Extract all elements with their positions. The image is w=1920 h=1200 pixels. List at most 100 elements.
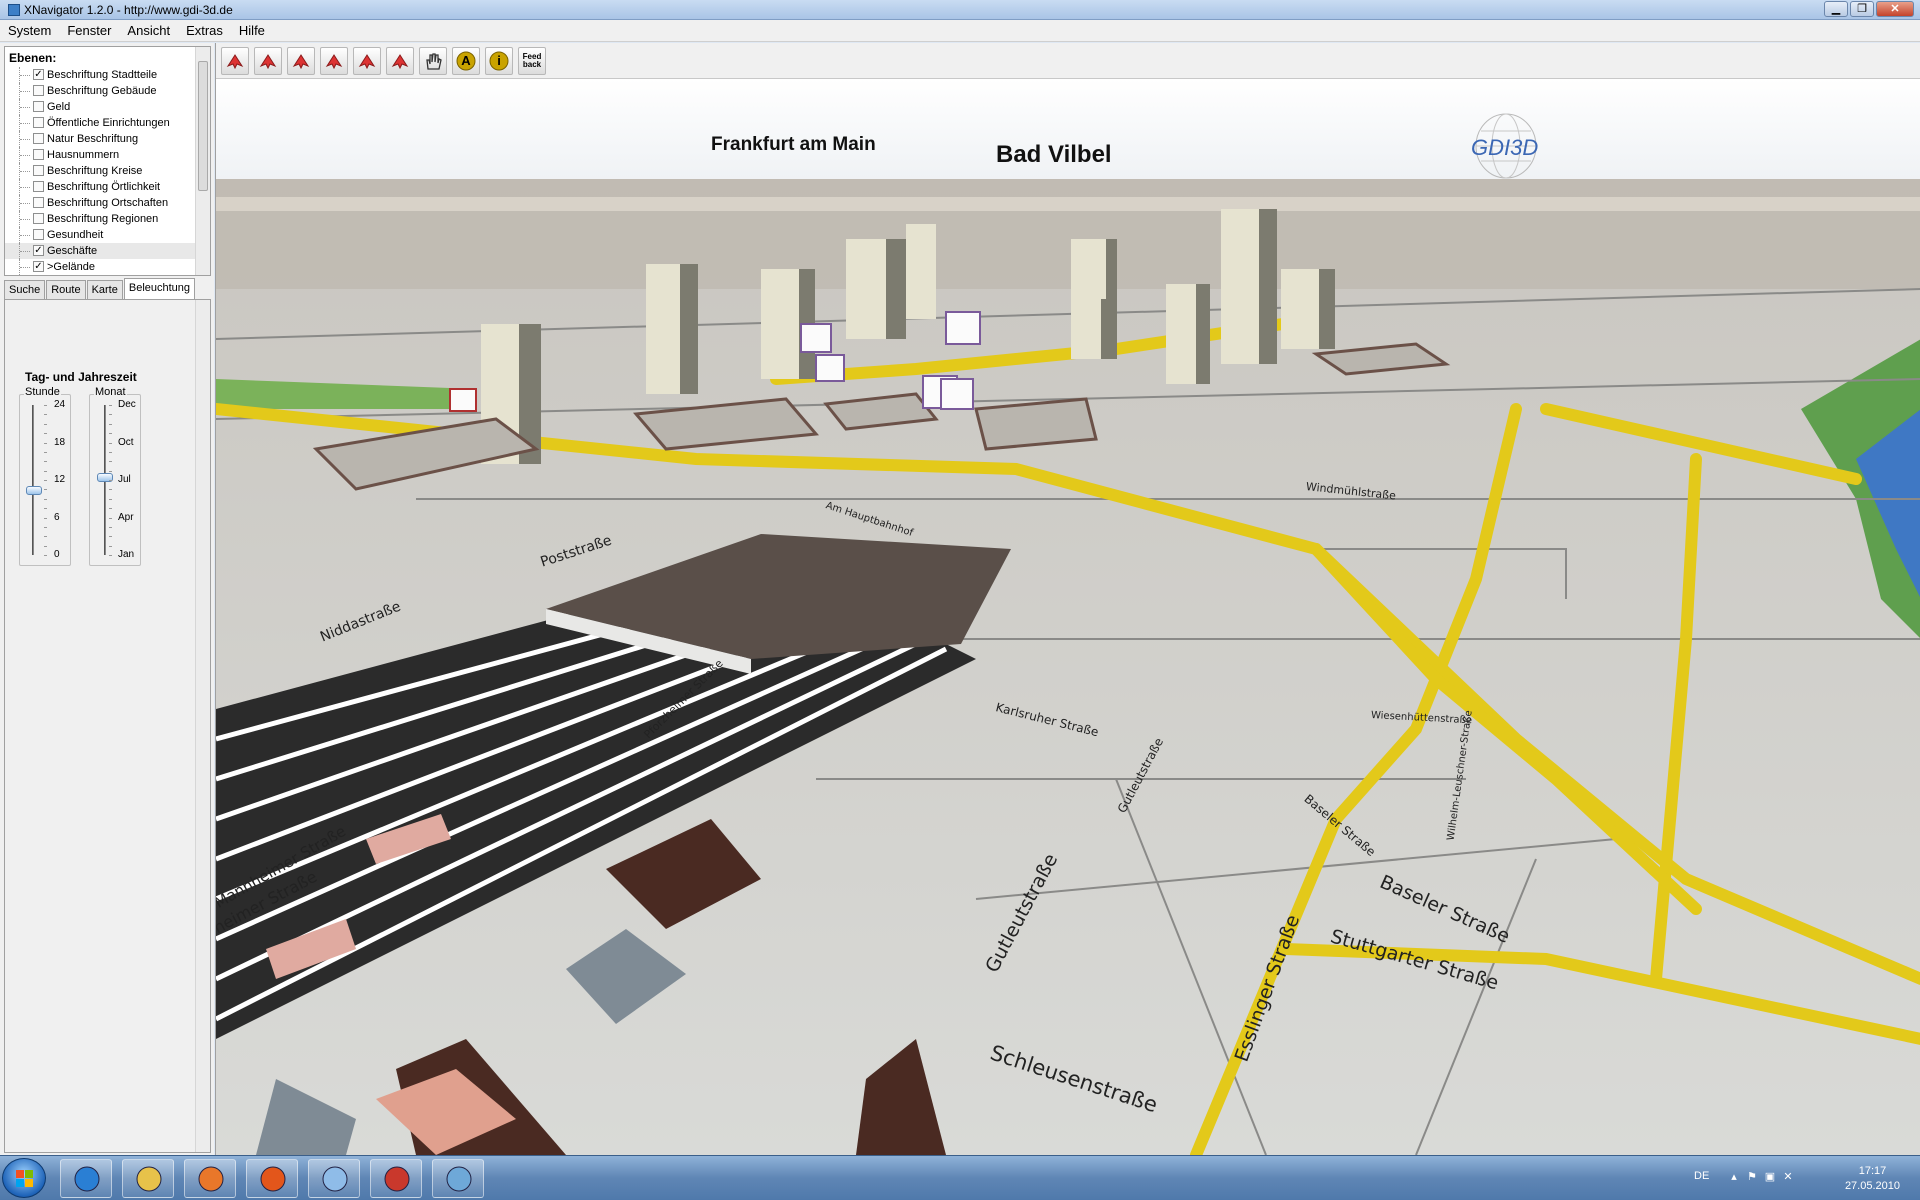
tab-route[interactable]: Route — [46, 280, 86, 299]
back-button[interactable] — [386, 47, 414, 75]
map-scene[interactable] — [216, 79, 1920, 1155]
hand-button[interactable] — [419, 47, 447, 75]
layer-checkbox[interactable] — [33, 85, 44, 96]
layer-item[interactable]: Beschriftung Regionen — [5, 211, 210, 227]
layer-checkbox[interactable]: ✓ — [33, 69, 44, 80]
taskbar-java-button[interactable] — [370, 1159, 422, 1198]
info-button[interactable]: i — [485, 47, 513, 75]
layer-checkbox[interactable] — [33, 197, 44, 208]
layer-item[interactable]: Geld — [5, 99, 210, 115]
slider-tick-label: 12 — [54, 474, 66, 485]
layer-item[interactable]: ✓ Beschriftung Stadtteile — [5, 67, 210, 83]
layer-checkbox[interactable]: ✓ — [33, 245, 44, 256]
slider-minor-tick — [44, 508, 47, 510]
slider-minor-tick — [44, 517, 47, 519]
layer-item[interactable]: Öffentliche Einrichtungen — [5, 115, 210, 131]
tree-connector — [19, 99, 31, 115]
feedback-button[interactable]: Feed back — [518, 47, 546, 75]
layer-checkbox[interactable] — [33, 229, 44, 240]
tab-suche[interactable]: Suche — [4, 280, 46, 299]
layer-item[interactable]: Beschriftung Ortschaften — [5, 195, 210, 211]
layer-item[interactable]: Natur Beschriftung — [5, 131, 210, 147]
layer-checkbox[interactable] — [33, 213, 44, 224]
lighting-scrollbar[interactable] — [195, 300, 210, 1152]
tree-connector — [19, 195, 31, 211]
pan-red-button[interactable] — [221, 47, 249, 75]
slider-minor-tick — [109, 451, 112, 453]
menu-extras[interactable]: Extras — [178, 20, 231, 41]
layer-label: Hausnummern — [47, 149, 120, 161]
slider-minor-tick — [109, 480, 112, 481]
clock[interactable]: 17:17 27.05.2010 — [1845, 1164, 1900, 1194]
layer-item[interactable]: Beschriftung Kreise — [5, 163, 210, 179]
taskbar-media-player-button[interactable] — [184, 1159, 236, 1198]
action-center-icon[interactable]: ⚑ — [1746, 1171, 1758, 1183]
language-indicator[interactable]: DE — [1694, 1170, 1709, 1182]
layer-item[interactable]: ✓ >Gelände — [5, 259, 210, 275]
taskbar-ie-button[interactable] — [60, 1159, 112, 1198]
slider-minor-tick — [109, 405, 112, 406]
slider-minor-tick — [44, 480, 47, 481]
layer-item[interactable]: Beschriftung Örtlichkeit — [5, 179, 210, 195]
slider-minor-tick — [44, 536, 47, 538]
layer-item[interactable]: ✓ Geschäfte — [5, 243, 210, 259]
refresh-button[interactable] — [353, 47, 381, 75]
tree-connector — [19, 227, 31, 243]
rotate-red-button[interactable] — [254, 47, 282, 75]
taskbar-notepad-button[interactable] — [432, 1159, 484, 1198]
annotation-button[interactable]: A — [452, 47, 480, 75]
close-button[interactable]: ✕ — [1876, 1, 1914, 17]
tree-connector — [19, 179, 31, 195]
layer-checkbox[interactable] — [33, 165, 44, 176]
hour-slider-track[interactable] — [32, 405, 34, 555]
layer-label: Beschriftung Stadtteile — [47, 69, 158, 81]
hour-slider-knob[interactable] — [26, 486, 42, 495]
taskbar-paint-button[interactable] — [308, 1159, 360, 1198]
taskbar: DE ▴ ⚑ ▣ ✕ 17:17 27.05.2010 — [0, 1155, 1920, 1200]
start-button[interactable] — [2, 1158, 46, 1198]
layer-checkbox[interactable] — [33, 133, 44, 144]
move-up-down-button[interactable] — [287, 47, 315, 75]
layer-item[interactable]: Gesundheit — [5, 227, 210, 243]
layer-checkbox[interactable] — [33, 181, 44, 192]
network-icon[interactable]: ▣ — [1764, 1171, 1776, 1183]
tree-connector — [19, 83, 31, 99]
slider-tick-label: Apr — [118, 511, 134, 523]
layer-item[interactable]: Beschriftung Gebäude — [5, 83, 210, 99]
tray-expand-icon[interactable]: ▴ — [1728, 1171, 1740, 1183]
slider-minor-tick — [44, 545, 47, 547]
refresh-icon — [358, 54, 376, 70]
tab-beleuchtung[interactable]: Beleuchtung — [123, 278, 196, 299]
slider-minor-tick — [109, 508, 112, 510]
tree-connector — [19, 115, 31, 131]
layers-scrollbar[interactable] — [195, 47, 210, 275]
layer-checkbox[interactable] — [33, 101, 44, 112]
map-3d-view[interactable]: Frankfurt am Main Bad Vilbel GDI3D Basel… — [216, 79, 1920, 1155]
volume-icon[interactable]: ✕ — [1782, 1171, 1794, 1183]
layer-checkbox[interactable] — [33, 149, 44, 160]
slider-minor-tick — [109, 498, 112, 500]
layer-label: Natur Beschriftung — [47, 133, 139, 145]
layer-item[interactable]: Hausnummern — [5, 147, 210, 163]
map-toolbar: Ai Feed back — [216, 43, 1920, 79]
taskbar-explorer-button[interactable] — [122, 1159, 174, 1198]
menu-system[interactable]: System — [0, 20, 59, 41]
taskbar-firefox-button[interactable] — [246, 1159, 298, 1198]
tab-karte[interactable]: Karte — [86, 280, 123, 299]
layer-checkbox[interactable] — [33, 117, 44, 128]
menu-hilfe[interactable]: Hilfe — [231, 20, 273, 41]
layers-scroll-thumb[interactable] — [198, 61, 208, 191]
layers-panel: Ebenen: ✓ Beschriftung Stadtteile Beschrif… — [4, 46, 211, 276]
slider-minor-tick — [44, 405, 47, 406]
maximize-button[interactable]: ❐ — [1850, 1, 1874, 17]
menu-ansicht[interactable]: Ansicht — [119, 20, 178, 41]
move-cross-button[interactable] — [320, 47, 348, 75]
slider-minor-tick — [44, 414, 47, 416]
layer-label: >Gelände — [47, 261, 96, 273]
slider-tick-label: 24 — [54, 399, 66, 410]
slider-minor-tick — [109, 489, 112, 491]
tree-connector — [19, 259, 31, 275]
minimize-button[interactable]: ▁ — [1824, 1, 1848, 17]
layer-checkbox[interactable]: ✓ — [33, 261, 44, 272]
menu-fenster[interactable]: Fenster — [59, 20, 119, 41]
